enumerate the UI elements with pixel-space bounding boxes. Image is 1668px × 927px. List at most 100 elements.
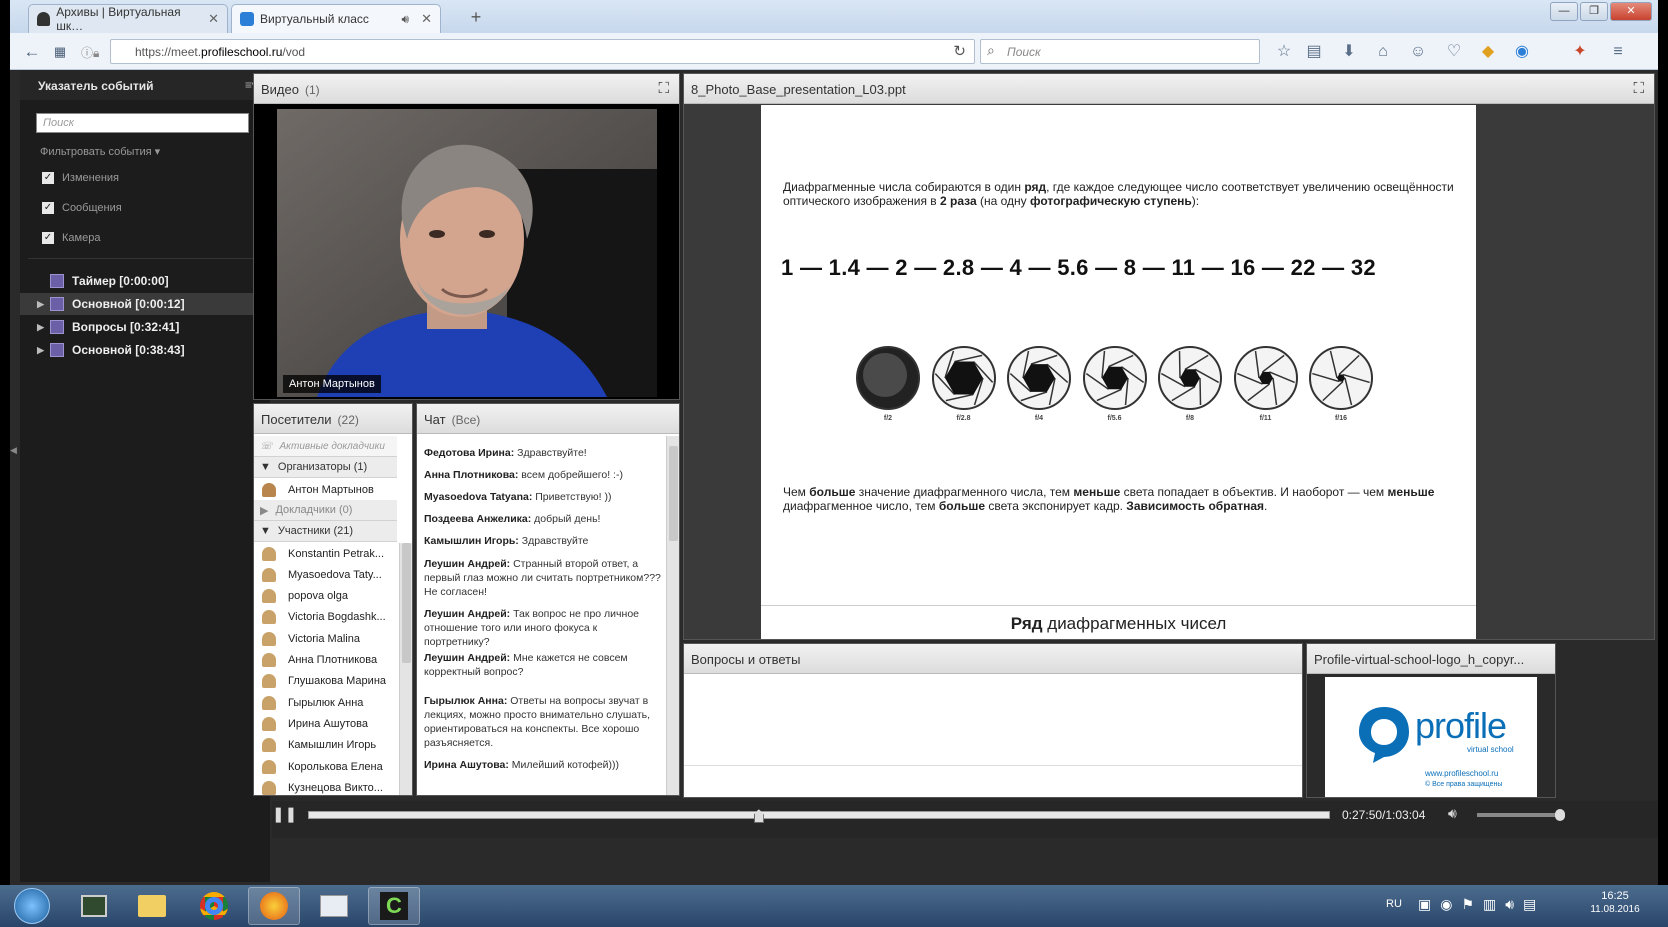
taskbar-app-terminal[interactable] [68, 887, 120, 925]
attendee-row[interactable]: Кузнецова Викто... [254, 777, 397, 795]
attendee-name: popova olga [288, 590, 348, 603]
library-icon[interactable]: ▦ [48, 40, 72, 64]
tray-icons[interactable]: ▣◉⚑▥🔊︎▤ [1418, 896, 1545, 913]
home-icon[interactable]: ⌂ [1371, 40, 1395, 64]
filter-camera-checkbox[interactable]: ✓ Камера [42, 232, 100, 244]
tab-archive[interactable]: Архивы | Виртуальная шк… ✕ [28, 4, 228, 33]
attendee-name: Глушакова Марина [288, 675, 387, 688]
emphasis-text: меньше [1387, 485, 1435, 499]
attendee-row[interactable]: popova olga [254, 586, 397, 607]
volume-icon[interactable]: 🔊︎ [1448, 805, 1457, 822]
attendee-row[interactable]: Victoria Bogdashk... [254, 607, 397, 628]
seek-thumb[interactable] [753, 809, 764, 823]
expand-arrow-icon[interactable]: ▶ [260, 504, 268, 517]
close-window-button[interactable]: ✕ [1610, 2, 1652, 21]
event-item-main-2[interactable]: ▶ Основной [0:38:43] [20, 339, 270, 361]
attendee-row[interactable]: Myasoedova Taty... [254, 564, 397, 585]
expand-arrow-icon[interactable]: ▶ [20, 299, 50, 310]
taskbar-app-camtasia[interactable]: C [368, 887, 420, 925]
addon-icon[interactable]: ◉ [1510, 40, 1534, 64]
collapse-arrow-icon[interactable]: ▼ [260, 461, 271, 473]
attendee-row[interactable]: Глушакова Марина [254, 671, 397, 692]
organizers-group[interactable]: ▼ Организаторы (1) [254, 457, 397, 478]
attendee-row[interactable]: Ирина Ашутова [254, 713, 397, 734]
maximize-button[interactable]: ❐ [1580, 2, 1608, 21]
pocket-icon[interactable]: ♡ [1442, 40, 1466, 64]
download-icon[interactable]: ⬇ [1337, 40, 1361, 64]
emphasis-text: 2 раза [940, 194, 977, 208]
attendee-row[interactable]: Konstantin Petrak... [254, 543, 397, 564]
person-icon [262, 653, 276, 667]
speaker-icon[interactable]: 🔊︎ [402, 12, 410, 27]
clock[interactable]: 16:25 11.08.2016 [1590, 890, 1640, 915]
search-input[interactable]: ⌕ Поиск [980, 39, 1260, 64]
filter-events-dropdown[interactable]: Фильтровать события ▾ [40, 145, 160, 158]
chat-message: Поздеева Анжелика: добрый день! [424, 512, 661, 526]
scrollbar-thumb[interactable] [669, 446, 678, 541]
site-info-icon[interactable]: ⓘ🔒︎ [81, 44, 99, 61]
chat-author: Федотова Ирина: [424, 447, 515, 459]
volume-thumb[interactable] [1555, 809, 1565, 821]
minimize-button[interactable]: — [1550, 2, 1578, 21]
reload-icon[interactable]: ↻ [953, 42, 966, 60]
expand-arrow-icon[interactable]: ▶ [20, 345, 50, 356]
chat-text: Здравствуйте [518, 535, 589, 547]
attendee-row[interactable]: Антон Мартынов [254, 479, 397, 500]
chat-message: Федотова Ирина: Здравствуйте! [424, 446, 661, 460]
menu-icon[interactable]: ≡ [1606, 40, 1630, 64]
addon-icon[interactable]: ✦ [1568, 40, 1592, 64]
taskbar-app-explorer[interactable] [126, 887, 178, 925]
chat-icon[interactable]: ☺ [1406, 40, 1430, 64]
speakers-group[interactable]: ▶ Докладчики (0) [254, 500, 397, 521]
tab-close-icon[interactable]: ✕ [421, 11, 432, 27]
event-search-input[interactable]: Поиск [36, 113, 249, 133]
attendee-row[interactable]: Анна Плотникова [254, 650, 397, 671]
event-item-questions[interactable]: ▶ Вопросы [0:32:41] [20, 316, 270, 338]
bookmark-star-icon[interactable]: ☆ [1272, 40, 1296, 64]
clock-time: 16:25 [1601, 890, 1629, 902]
attendees-scrollbar[interactable] [399, 543, 412, 795]
filter-messages-checkbox[interactable]: ✓ Сообщения [42, 202, 122, 214]
attendee-name: Камышлин Игорь [288, 739, 377, 752]
chat-author: Леушин Андрей: [424, 608, 511, 620]
pause-icon[interactable]: ❚❚ [272, 803, 297, 827]
new-tab-button[interactable]: + [464, 6, 488, 28]
attendee-name: Ирина Ашутова [288, 717, 368, 730]
seek-slider[interactable] [308, 809, 1330, 823]
taskbar-app-chrome[interactable] [188, 887, 240, 925]
fullscreen-icon[interactable]: ⛶ [1633, 80, 1644, 97]
event-icon [50, 297, 64, 311]
start-button-icon[interactable] [14, 888, 50, 924]
tab-virtual-class[interactable]: Виртуальный класс 🔊︎ ✕ [231, 4, 441, 33]
tab-close-icon[interactable]: ✕ [208, 11, 219, 27]
reading-list-icon[interactable]: ▤ [1302, 40, 1326, 64]
person-icon [262, 610, 276, 625]
attendee-row[interactable]: Королькова Елена [254, 756, 397, 777]
expand-arrow-icon[interactable]: ▶ [20, 322, 50, 333]
video-pod-header: Видео (1) ⛶ [254, 74, 679, 104]
volume-slider[interactable] [1477, 809, 1565, 821]
collapse-arrow-icon[interactable]: ▼ [260, 525, 271, 537]
back-arrow-icon[interactable]: ← [20, 40, 44, 64]
chat-author: Поздеева Анжелика: [424, 513, 532, 525]
extension-icon[interactable]: ◆ [1476, 40, 1500, 64]
attendee-row[interactable]: Victoria Malina [254, 628, 397, 649]
chat-scrollbar[interactable] [666, 436, 679, 795]
language-indicator[interactable]: RU [1386, 898, 1402, 910]
taskbar-app-window[interactable] [308, 887, 360, 925]
fullscreen-icon[interactable]: ⛶ [658, 80, 669, 97]
caption-rest: диафрагменных чисел [1042, 614, 1227, 633]
filter-changes-checkbox[interactable]: ✓ Изменения [42, 172, 119, 184]
scrollbar-thumb[interactable] [402, 543, 411, 663]
event-item-main-1[interactable]: ▶ Основной [0:00:12] [20, 293, 270, 315]
event-item-timer[interactable]: Таймер [0:00:00] [20, 270, 270, 292]
collapse-panel-icon[interactable]: ◀ [10, 445, 17, 456]
group-label: Организаторы (1) [277, 461, 368, 473]
address-bar[interactable]: ⓘ🔒︎ https://meet.profileschool.ru/vod ↻ [81, 39, 975, 64]
attendee-row[interactable]: Камышлин Игорь [254, 735, 397, 756]
person-icon [262, 738, 276, 753]
attendee-row[interactable]: Гырылюк Анна [254, 692, 397, 713]
taskbar-app-firefox[interactable] [248, 887, 300, 925]
participants-group[interactable]: ▼ Участники (21) [254, 521, 397, 542]
microphone-icon: ☏ [260, 440, 273, 452]
